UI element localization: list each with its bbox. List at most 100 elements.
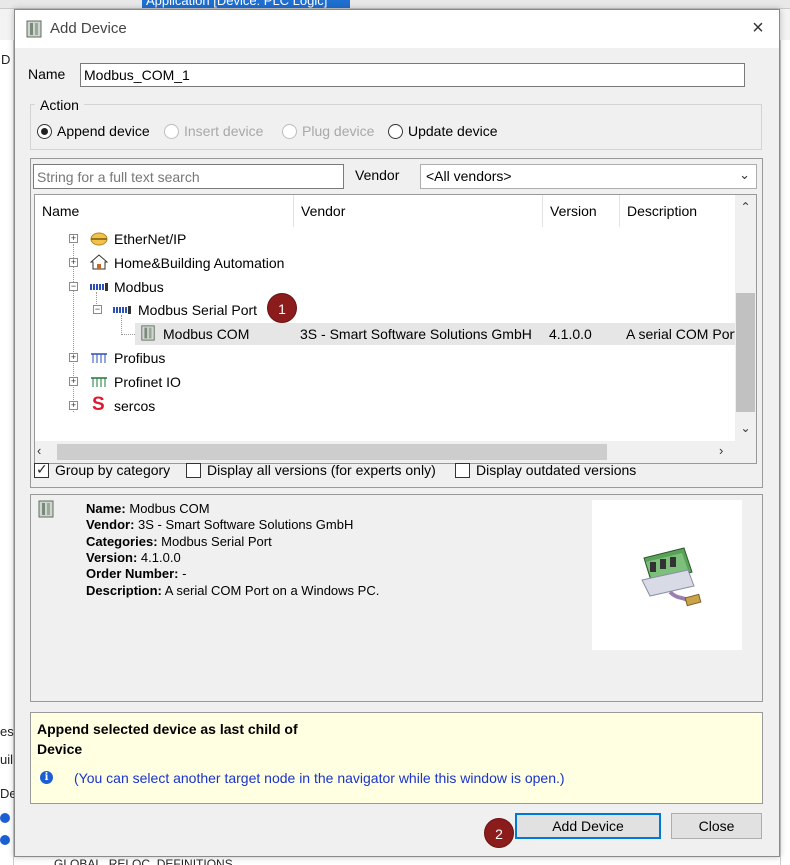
checkbox-label: Display all versions (for experts only) [207, 462, 436, 478]
annotation-badge-1: 1 [267, 293, 297, 323]
background-right-pane [780, 40, 790, 865]
checkbox-label: Group by category [55, 462, 171, 478]
name-label: Name [28, 66, 66, 82]
tree-horizontal-scrollbar[interactable]: ‹ › [35, 441, 756, 463]
house-icon [90, 254, 108, 270]
search-input[interactable] [33, 164, 344, 189]
tree-connector [121, 334, 135, 335]
tree-row-vendor: 3S - Smart Software Solutions GmbH [300, 326, 532, 342]
title-bar[interactable]: Add Device × [15, 10, 779, 48]
device-icon [26, 20, 42, 38]
radio-label: Insert device [184, 123, 264, 139]
device-preview-image [592, 500, 742, 650]
info-icon: i [40, 771, 53, 784]
tree-row-label: Modbus Serial Port [138, 302, 258, 318]
tree-row-label: Modbus COM [163, 326, 250, 342]
profibus-icon [91, 353, 107, 363]
tree-row-modbus-serial-port[interactable]: − Modbus Serial Port [35, 299, 735, 321]
info-categories: Categories: Modbus Serial Port [86, 534, 272, 549]
checkbox-display-outdated-versions[interactable]: Display outdated versions [455, 462, 636, 480]
scroll-thumb[interactable] [57, 444, 607, 460]
profinet-icon [91, 377, 107, 387]
ethernet-ip-icon [90, 232, 108, 246]
scroll-down-icon[interactable]: ⌄ [735, 421, 756, 435]
device-icon [38, 500, 54, 518]
tree-vertical-scrollbar[interactable]: ⌃ ⌄ [735, 195, 756, 441]
device-tree[interactable]: Name Vendor Version Description + EtherN… [34, 194, 757, 464]
vendor-label: Vendor [355, 167, 400, 183]
radio-plug-device[interactable]: Plug device [282, 123, 374, 141]
background-fragment: D [1, 52, 11, 67]
name-input[interactable] [80, 63, 745, 87]
close-icon[interactable]: × [747, 18, 769, 40]
dialog-title: Add Device [50, 20, 127, 37]
collapse-icon[interactable]: − [93, 305, 102, 314]
radio-indicator [282, 124, 297, 139]
tree-row-label: Modbus [114, 279, 164, 295]
action-label: Action [35, 97, 84, 113]
background-toolbar: Application [Device: PLC Logic] [0, 0, 790, 9]
expand-icon[interactable]: + [69, 258, 78, 267]
tree-row-label: Profibus [114, 350, 166, 366]
tree-row-modbus[interactable]: − Modbus [35, 276, 735, 298]
tree-row-label: EtherNet/IP [114, 231, 187, 247]
expand-icon[interactable]: + [69, 401, 78, 410]
vendor-select[interactable]: <All vendors> ⌄ [420, 164, 757, 189]
tree-row-home-building[interactable]: + Home&Building Automation [35, 252, 735, 274]
radio-insert-device[interactable]: Insert device [164, 123, 263, 141]
radio-update-device[interactable]: Update device [388, 123, 498, 141]
modbus-icon [90, 283, 108, 291]
radio-indicator [388, 124, 403, 139]
tree-row-version: 4.1.0.0 [549, 326, 592, 342]
checkbox-group-by-category[interactable]: Group by category [34, 461, 171, 480]
info-vendor: Vendor: 3S - Smart Software Solutions Gm… [86, 517, 354, 532]
vendor-select-value: <All vendors> [426, 168, 512, 184]
serial-port-device-icon [641, 547, 702, 607]
hint-title: Append selected device as last child of [37, 721, 298, 737]
radio-label: Update device [408, 123, 498, 139]
chevron-down-icon: ⌄ [739, 167, 750, 182]
hint-target: Device [37, 741, 83, 757]
checkbox-display-all-versions[interactable]: Display all versions (for experts only) [186, 462, 436, 480]
radio-append-device[interactable]: Append device [37, 123, 150, 141]
tree-row-label: Home&Building Automation [114, 255, 285, 271]
column-header-version[interactable]: Version [543, 195, 620, 227]
tree-row-label: sercos [114, 398, 156, 414]
close-button[interactable]: Close [671, 813, 762, 839]
tree-row-sercos[interactable]: + S sercos [35, 394, 735, 417]
add-device-button[interactable]: Add Device [515, 813, 661, 839]
scroll-left-icon[interactable]: ‹ [37, 443, 41, 458]
expand-icon[interactable]: + [69, 234, 78, 243]
collapse-icon[interactable]: − [69, 282, 78, 291]
column-header-name[interactable]: Name [35, 195, 294, 227]
checkbox-label: Display outdated versions [476, 462, 637, 478]
checkbox-indicator [455, 463, 470, 478]
tree-row-label: Profinet IO [114, 374, 181, 390]
checkbox-indicator [186, 463, 201, 478]
radio-indicator [164, 124, 179, 139]
column-header-vendor[interactable]: Vendor [294, 195, 543, 227]
tree-header: Name Vendor Version Description [35, 195, 735, 227]
background-info-icon [0, 835, 10, 845]
expand-icon[interactable]: + [69, 377, 78, 386]
column-header-description[interactable]: Description [620, 195, 735, 227]
scroll-right-icon[interactable]: › [719, 443, 723, 458]
scroll-thumb[interactable] [736, 293, 755, 412]
radio-indicator [37, 124, 52, 139]
background-active-tab[interactable]: Application [Device: PLC Logic] [142, 0, 350, 8]
hint-note: (You can select another target node in t… [74, 770, 565, 786]
tree-row-ethernet-ip[interactable]: + EtherNet/IP [35, 228, 735, 250]
annotation-badge-2: 2 [484, 818, 514, 848]
tree-row-description: A serial COM Port [626, 326, 739, 342]
checkbox-indicator [34, 461, 49, 478]
radio-label: Append device [57, 123, 150, 139]
info-version: Version: 4.1.0.0 [86, 550, 181, 565]
tree-row-profinet-io[interactable]: + Profinet IO [35, 371, 735, 393]
expand-icon[interactable]: + [69, 353, 78, 362]
background-info-icon [0, 813, 10, 823]
tree-row-profibus[interactable]: + Profibus [35, 347, 735, 369]
tree-row-modbus-com[interactable]: Modbus COM 3S - Smart Software Solutions… [135, 323, 739, 345]
scroll-up-icon[interactable]: ⌃ [735, 200, 756, 214]
background-left-pane [0, 40, 14, 865]
info-order-number: Order Number: - [86, 566, 187, 581]
